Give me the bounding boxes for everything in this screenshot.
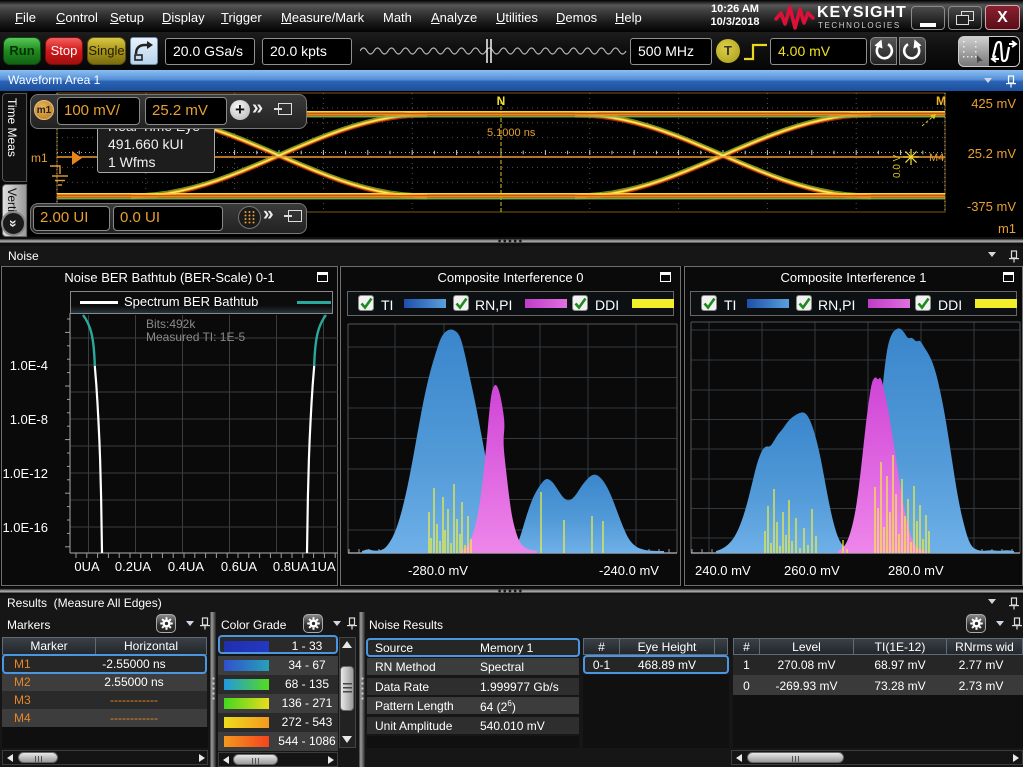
svg-text:0.0 V: 0.0 V <box>892 154 903 178</box>
svg-text:M4: M4 <box>929 152 944 164</box>
svg-text:5.1000 ns: 5.1000 ns <box>487 127 536 139</box>
svg-text:m1: m1 <box>31 151 48 165</box>
svg-text:M: M <box>936 94 946 108</box>
svg-text:N: N <box>497 94 506 108</box>
